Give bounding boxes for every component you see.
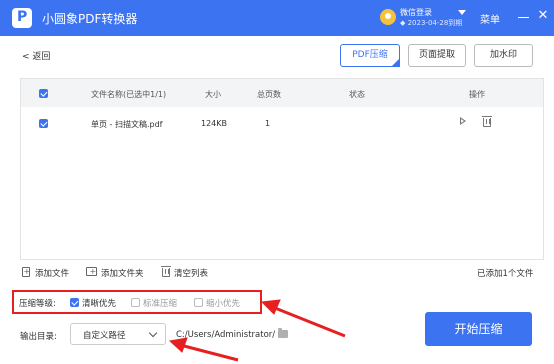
annotation-arrowhead-upper [260, 299, 281, 315]
delete-icon[interactable] [482, 116, 492, 127]
clear-list-button[interactable]: 清空列表 [174, 267, 208, 279]
option-shrink-priority-label[interactable]: 缩小优先 [206, 297, 240, 309]
file-table: 文件名称(已选中1/1) 大小 总页数 状态 操作 单页 - 扫描文稿.pdf … [20, 78, 544, 260]
chevron-down-icon [148, 328, 158, 338]
column-size: 大小 [205, 90, 221, 99]
app-logo-icon [12, 8, 32, 28]
add-folder-icon[interactable] [86, 267, 97, 277]
column-actions: 操作 [469, 90, 485, 99]
option-shrink-priority-checkbox[interactable] [194, 298, 203, 307]
start-compress-button[interactable]: 开始压缩 [425, 312, 532, 346]
option-standard-checkbox[interactable] [131, 298, 140, 307]
tab-pdf-compress[interactable]: PDF压缩 [340, 44, 400, 67]
add-file-icon[interactable] [22, 267, 30, 277]
output-path: C:/Users/Administrator/ [176, 330, 276, 340]
tab-add-watermark[interactable]: 加水印 [474, 44, 533, 67]
row-checkbox[interactable] [39, 119, 48, 128]
play-icon[interactable] [460, 117, 466, 125]
add-folder-button[interactable]: 添加文件夹 [101, 267, 144, 279]
clear-list-icon[interactable] [161, 266, 171, 277]
option-clear-priority-checkbox[interactable] [70, 298, 79, 307]
minimize-icon[interactable] [518, 10, 530, 24]
back-button[interactable]: < 返回 [22, 49, 50, 62]
output-dir-label: 输出目录: [20, 332, 57, 342]
table-header: 文件名称(已选中1/1) 大小 总页数 状态 操作 [21, 79, 543, 107]
close-icon[interactable]: ✕ [536, 8, 550, 24]
user-avatar-icon[interactable] [380, 9, 396, 25]
row-file-name: 单页 - 扫描文稿.pdf [91, 120, 163, 129]
annotation-arrow-lower [183, 344, 239, 362]
select-all-checkbox[interactable] [39, 89, 48, 98]
add-file-button[interactable]: 添加文件 [35, 267, 69, 279]
option-clear-priority-label[interactable]: 清晰优先 [82, 297, 116, 309]
output-dir-select-value: 自定义路径 [83, 331, 126, 341]
account-dropdown-icon[interactable] [458, 10, 466, 15]
menu-button[interactable]: 菜单 [480, 11, 500, 26]
expire-date: ◆ 2023-04-28到期 [400, 19, 463, 27]
annotation-arrowhead-lower [168, 337, 188, 353]
tab-page-extract[interactable]: 页面提取 [408, 44, 466, 67]
column-pages: 总页数 [257, 90, 281, 99]
compression-level-label: 压缩等级: [19, 299, 56, 309]
column-status: 状态 [349, 90, 365, 99]
output-dir-select[interactable]: 自定义路径 [70, 323, 166, 345]
added-count-text: 已添加1个文件 [477, 269, 534, 279]
row-page-count: 1 [265, 119, 271, 128]
option-standard-label[interactable]: 标准压缩 [143, 297, 177, 309]
wechat-login-link[interactable]: 微信登录 [400, 7, 432, 18]
app-title: 小圆象PDF转换器 [42, 12, 138, 26]
folder-icon[interactable] [278, 328, 288, 338]
row-file-size: 124KB [201, 119, 228, 128]
column-file-name: 文件名称(已选中1/1) [91, 90, 167, 99]
title-bar: 小圆象PDF转换器 微信登录 ◆ 2023-04-28到期 菜单 ✕ [0, 0, 554, 36]
